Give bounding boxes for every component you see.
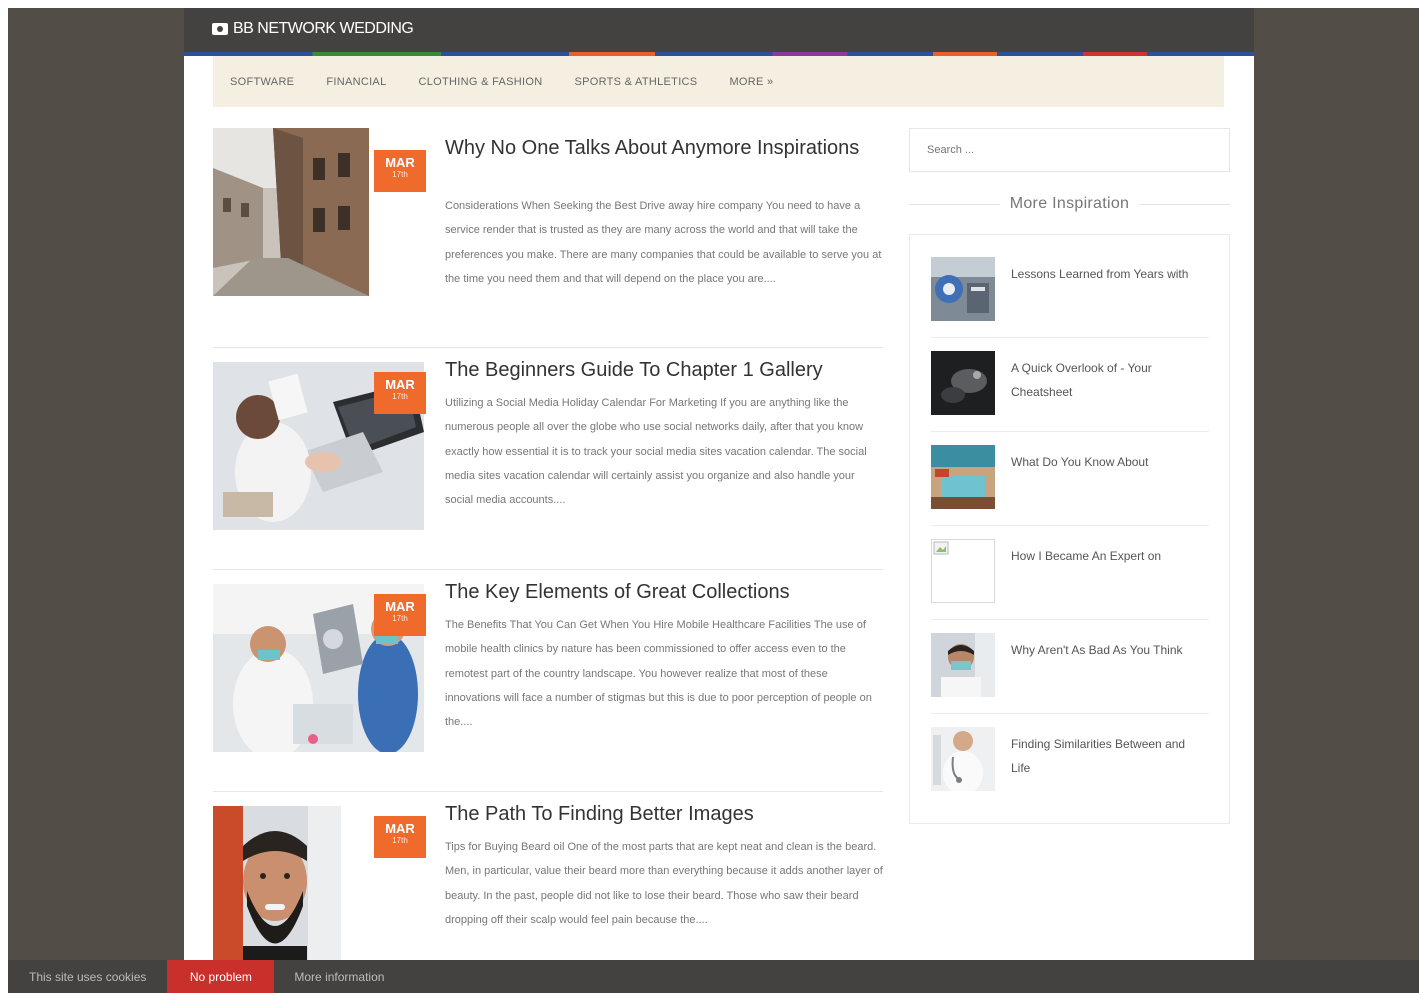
accept-cookies-button[interactable]: No problem (167, 960, 275, 993)
date-badge: MAR 17th (374, 372, 426, 414)
site-title-text: BB NETWORK WEDDING (233, 20, 414, 37)
post-excerpt: Utilizing a Social Media Holiday Calenda… (445, 397, 867, 507)
date-day: 17th (392, 836, 408, 845)
post-excerpt: Considerations When Seeking the Best Dri… (445, 200, 882, 285)
list-item[interactable]: Lessons Learned from Years with (931, 244, 1209, 338)
date-day: 17th (392, 170, 408, 179)
post-list: MAR 17th Why No One Talks About Anymore … (213, 126, 883, 993)
search-input[interactable] (909, 128, 1230, 172)
date-badge: MAR 17th (374, 150, 426, 192)
date-badge: MAR 17th (374, 816, 426, 858)
item-title[interactable]: A Quick Overlook of - Your Cheatsheet (1011, 356, 1201, 404)
divider (909, 203, 1000, 205)
nurse-photo-image (931, 727, 995, 791)
post-card: MAR 17th The Key Elements of Great Colle… (213, 570, 883, 792)
date-month: MAR (385, 377, 415, 392)
post-excerpt: The Benefits That You Can Get When You H… (445, 619, 872, 729)
item-title[interactable]: How I Became An Expert on (1011, 544, 1201, 568)
post-title[interactable]: The Key Elements of Great Collections (445, 580, 885, 605)
date-month: MAR (385, 821, 415, 836)
camera-icon (212, 23, 228, 35)
item-title[interactable]: Lessons Learned from Years with (1011, 262, 1201, 286)
post-thumbnail[interactable] (213, 128, 369, 296)
post-card: MAR 17th The Beginners Guide To Chapter … (213, 348, 883, 570)
list-item[interactable]: How I Became An Expert on (931, 526, 1209, 620)
item-thumbnail[interactable] (931, 633, 995, 697)
site-title[interactable]: BB NETWORK WEDDING (212, 20, 414, 38)
nav-item-clothing-fashion[interactable]: CLOTHING & FASHION (418, 76, 542, 88)
item-thumbnail[interactable] (931, 257, 995, 321)
map-photo-image (931, 257, 995, 321)
item-thumbnail[interactable] (931, 539, 995, 603)
more-information-link[interactable]: More information (294, 970, 384, 984)
header-bar: BB NETWORK WEDDING (184, 8, 1254, 52)
nav-item-software[interactable]: SOFTWARE (230, 76, 294, 88)
item-title[interactable]: What Do You Know About (1011, 450, 1201, 474)
pool-photo-image (931, 445, 995, 509)
item-thumbnail[interactable] (931, 351, 995, 415)
date-month: MAR (385, 599, 415, 614)
divider (1139, 203, 1230, 205)
item-thumbnail[interactable] (931, 727, 995, 791)
date-day: 17th (392, 614, 408, 623)
widget-title-text: More Inspiration (1009, 195, 1130, 212)
nav-item-financial[interactable]: FINANCIAL (326, 76, 386, 88)
date-day: 17th (392, 392, 408, 401)
street-photo-image (213, 128, 369, 296)
post-card: MAR 17th Why No One Talks About Anymore … (213, 126, 883, 348)
date-month: MAR (385, 155, 415, 170)
list-item[interactable]: A Quick Overlook of - Your Cheatsheet (931, 338, 1209, 432)
post-excerpt: Tips for Buying Beard oil One of the mos… (445, 841, 883, 926)
post-title[interactable]: The Beginners Guide To Chapter 1 Gallery (445, 358, 885, 383)
post-title[interactable]: The Path To Finding Better Images (445, 802, 885, 827)
cookie-bar: This site uses cookies No problem More i… (8, 960, 1419, 993)
list-item[interactable]: What Do You Know About (931, 432, 1209, 526)
doctor-photo-image (931, 633, 995, 697)
item-title[interactable]: Finding Similarities Between and Life (1011, 732, 1201, 780)
dark-photo-image (931, 351, 995, 415)
cookie-notice-text: This site uses cookies (29, 969, 147, 984)
broken-image-icon (931, 539, 995, 603)
nav-item-more[interactable]: MORE » (729, 76, 773, 88)
date-badge: MAR 17th (374, 594, 426, 636)
item-thumbnail[interactable] (931, 445, 995, 509)
item-title[interactable]: Why Aren't As Bad As You Think (1011, 638, 1201, 662)
list-item[interactable]: Finding Similarities Between and Life (931, 714, 1209, 808)
list-item[interactable]: Why Aren't As Bad As You Think (931, 620, 1209, 714)
site-container: BB NETWORK WEDDING SOFTWARE FINANCIAL CL… (184, 8, 1254, 993)
beard-photo-image (213, 806, 341, 974)
widget-title: More Inspiration (909, 192, 1230, 216)
nav-item-sports-athletics[interactable]: SPORTS & ATHLETICS (574, 76, 697, 88)
post-thumbnail[interactable] (213, 806, 341, 974)
main-nav: SOFTWARE FINANCIAL CLOTHING & FASHION SP… (213, 56, 1224, 107)
related-posts-widget: Lessons Learned from Years with A Quick … (909, 234, 1230, 824)
post-title[interactable]: Why No One Talks About Anymore Inspirati… (445, 136, 885, 161)
